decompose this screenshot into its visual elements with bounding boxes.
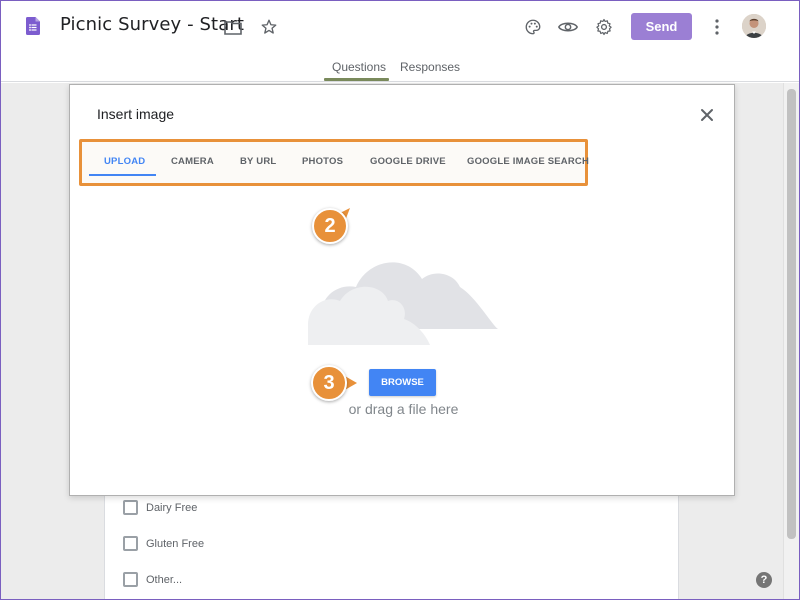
insert-image-dialog: Insert image UPLOAD CAMERA BY URL PHOTOS… (69, 84, 735, 496)
tab-photos[interactable]: PHOTOS (302, 156, 343, 167)
checkbox-label: Other... (146, 573, 183, 586)
checkbox[interactable] (123, 572, 138, 587)
preview-eye-icon[interactable] (556, 15, 580, 39)
top-app-bar: Picnic Survey - Start Send Questions Res… (0, 0, 800, 82)
scrollbar-thumb[interactable] (787, 89, 796, 539)
active-tab-indicator (89, 174, 156, 176)
tab-camera[interactable]: CAMERA (171, 156, 214, 167)
browse-button[interactable]: BROWSE (369, 369, 436, 396)
checkbox-option[interactable]: Dairy Free (123, 500, 197, 515)
document-title[interactable]: Picnic Survey - Start (60, 14, 244, 35)
checkbox-label: Dairy Free (146, 501, 198, 514)
dialog-title: Insert image (97, 106, 175, 122)
callout-number: 2 (312, 208, 348, 244)
google-forms-logo-icon[interactable] (26, 17, 40, 35)
form-view-tabs: Questions Responses (0, 56, 800, 82)
step-callout-2: 2 (312, 208, 356, 252)
checkbox[interactable] (123, 500, 138, 515)
page-scrollbar[interactable] (783, 83, 799, 600)
image-source-tabs: UPLOAD CAMERA BY URL PHOTOS GOOGLE DRIVE… (79, 139, 589, 186)
more-options-icon[interactable] (705, 15, 729, 39)
tab-by-url[interactable]: BY URL (240, 156, 276, 167)
cloud-upload-illustration (308, 262, 498, 345)
help-icon[interactable]: ? (756, 572, 772, 588)
callout-number: 3 (311, 365, 347, 401)
checkbox-label: Gluten Free (146, 537, 205, 550)
tab-google-drive[interactable]: GOOGLE DRIVE (370, 156, 446, 167)
send-button[interactable]: Send (631, 13, 692, 40)
palette-icon[interactable] (521, 15, 545, 39)
checkbox[interactable] (123, 536, 138, 551)
tab-upload[interactable]: UPLOAD (104, 156, 145, 167)
user-avatar[interactable] (742, 14, 766, 38)
tab-google-image-search[interactable]: GOOGLE IMAGE SEARCH (467, 156, 589, 167)
checkbox-option[interactable]: Other... (123, 572, 182, 587)
tab-responses[interactable]: Responses (400, 60, 460, 74)
checkbox-option[interactable]: Gluten Free (123, 536, 204, 551)
star-icon[interactable] (257, 15, 281, 39)
step-callout-3: 3 (311, 365, 357, 409)
settings-gear-icon[interactable] (592, 15, 616, 39)
active-tab-indicator (324, 78, 389, 81)
tab-questions[interactable]: Questions (332, 60, 386, 74)
folder-icon[interactable] (221, 15, 245, 39)
close-icon[interactable] (697, 105, 717, 125)
